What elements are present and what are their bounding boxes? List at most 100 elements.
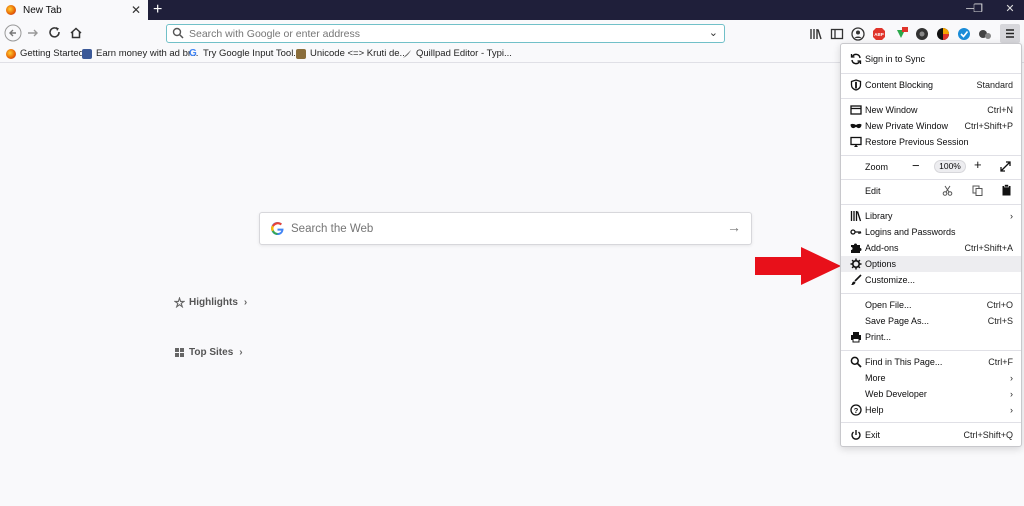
page-favicon-icon <box>296 48 306 59</box>
svg-text:ABP: ABP <box>874 32 884 37</box>
svg-text:?: ? <box>854 406 859 415</box>
chevron-right-icon: › <box>1010 373 1013 383</box>
back-arrow-icon <box>4 24 22 42</box>
library-icon <box>850 211 862 222</box>
top-sites-icon <box>175 348 184 357</box>
menu-item-restore-session[interactable]: Restore Previous Session <box>841 134 1021 150</box>
menu-item-sign-in-to-sync[interactable]: Sign in to Sync <box>841 51 1021 67</box>
search-icon <box>850 356 862 368</box>
reload-button[interactable] <box>46 24 64 42</box>
bookmark-item[interactable]: Unicode <=> Kruti de... <box>296 48 407 59</box>
facebook-icon <box>82 48 92 59</box>
gear-icon <box>850 258 862 270</box>
top-sites-label: Top Sites <box>189 347 234 358</box>
cut-icon[interactable] <box>942 185 953 196</box>
annotation-arrow-icon <box>755 247 841 285</box>
forward-arrow-icon <box>28 29 38 37</box>
zoom-reset-button[interactable]: 100% <box>934 160 966 173</box>
menu-item-open-file[interactable]: Open File... Ctrl+O <box>841 297 1021 313</box>
extension-blue-icon[interactable] <box>957 27 971 41</box>
menu-item-help[interactable]: ? Help › <box>841 402 1021 418</box>
zoom-out-button[interactable]: − <box>912 158 920 173</box>
puzzle-piece-icon <box>851 243 862 253</box>
web-search-input[interactable] <box>291 221 711 237</box>
menu-item-edit: Edit <box>841 183 1021 199</box>
chevron-right-icon: › <box>1010 211 1013 221</box>
menu-item-print[interactable]: Print... <box>841 329 1021 345</box>
menu-button[interactable] <box>1000 24 1020 43</box>
download-extension-icon[interactable] <box>894 27 908 41</box>
menu-separator <box>841 179 1021 180</box>
menu-item-more[interactable]: More › <box>841 370 1021 386</box>
address-bar[interactable]: ⌄ <box>166 24 725 43</box>
search-submit-arrow-icon[interactable]: → <box>727 219 741 235</box>
sync-icon <box>850 53 862 65</box>
library-icon[interactable] <box>809 27 823 41</box>
firefox-icon <box>6 48 16 59</box>
bookmark-label: Try Google Input Tool... <box>203 48 302 59</box>
close-window-icon[interactable]: ✕ <box>992 0 1024 20</box>
address-input[interactable] <box>189 26 699 41</box>
top-sites-section-header[interactable]: Top Sites › <box>174 347 243 358</box>
home-icon <box>70 27 82 39</box>
account-icon[interactable] <box>851 27 865 41</box>
bookmark-item[interactable]: Quillpad Editor - Typi... <box>402 48 512 59</box>
menu-item-save-page-as[interactable]: Save Page As... Ctrl+S <box>841 313 1021 329</box>
sidebar-icon[interactable] <box>830 27 844 41</box>
web-search-box[interactable]: → <box>259 212 752 245</box>
restore-session-icon <box>850 136 862 147</box>
bookmark-item[interactable]: Earn money with ad br... <box>82 48 198 59</box>
chevron-right-icon: › <box>239 347 243 358</box>
menu-item-options[interactable]: Options <box>841 256 1021 272</box>
restore-icon[interactable]: ❐ <box>960 0 996 20</box>
close-tab-icon[interactable]: ✕ <box>131 3 141 17</box>
google-icon: G <box>189 47 197 59</box>
back-button[interactable] <box>4 24 22 42</box>
zoom-in-button[interactable]: + <box>974 157 982 172</box>
menu-item-content-blocking[interactable]: Content Blocking Standard <box>841 77 1021 93</box>
reload-icon <box>49 27 60 38</box>
menu-separator <box>841 293 1021 294</box>
bookmark-item[interactable]: G Try Google Input Tool... <box>189 48 301 59</box>
menu-item-new-window[interactable]: New Window Ctrl+N <box>841 102 1021 118</box>
menu-item-new-private-window[interactable]: New Private Window Ctrl+Shift+P <box>841 118 1021 134</box>
bookmark-label: Earn money with ad br... <box>96 48 199 59</box>
menu-item-customize[interactable]: Customize... <box>841 272 1021 288</box>
menu-item-exit[interactable]: Exit Ctrl+Shift+Q <box>841 427 1021 443</box>
menu-separator <box>841 204 1021 205</box>
extension-dark-icon[interactable] <box>915 27 929 41</box>
menu-separator <box>841 98 1021 99</box>
tab-new-tab[interactable]: New Tab ✕ <box>0 0 148 20</box>
menu-item-web-developer[interactable]: Web Developer › <box>841 386 1021 402</box>
bookmark-item[interactable]: Getting Started <box>6 48 84 59</box>
quill-icon <box>402 49 412 59</box>
menu-separator <box>841 350 1021 351</box>
bookmark-label: Unicode <=> Kruti de... <box>310 48 408 59</box>
paste-icon[interactable] <box>1001 184 1012 196</box>
menu-item-find-in-page[interactable]: Find in This Page... Ctrl+F <box>841 354 1021 370</box>
menu-item-library[interactable]: Library › <box>841 208 1021 224</box>
extension-gray-icon[interactable] <box>978 27 992 41</box>
power-icon <box>851 430 861 440</box>
chevron-down-icon[interactable]: ⌄ <box>709 26 718 39</box>
new-tab-button[interactable]: + <box>153 0 162 19</box>
menu-item-add-ons[interactable]: Add-ons Ctrl+Shift+A <box>841 240 1021 256</box>
hamburger-menu-icon <box>1006 29 1014 38</box>
title-bar: New Tab ✕ + ─ ❐ ✕ <box>0 0 1024 20</box>
highlights-label: Highlights <box>189 297 238 308</box>
menu-separator <box>841 73 1021 74</box>
menu-item-logins-and-passwords[interactable]: Logins and Passwords <box>841 224 1021 240</box>
chevron-right-icon: › <box>1010 389 1013 399</box>
forward-button[interactable] <box>24 24 42 42</box>
key-icon <box>850 229 862 235</box>
bookmark-label: Quillpad Editor - Typi... <box>416 48 512 59</box>
menu-separator <box>841 155 1021 156</box>
adblock-icon[interactable]: ABP <box>872 27 886 41</box>
printer-icon <box>851 332 861 343</box>
copy-icon[interactable] <box>972 185 983 196</box>
home-button[interactable] <box>67 24 85 42</box>
highlights-section-header[interactable]: Highlights › <box>174 297 247 308</box>
extension-multicolor-icon[interactable] <box>936 27 950 41</box>
chevron-right-icon: › <box>243 297 248 308</box>
fullscreen-icon[interactable] <box>1000 161 1011 172</box>
